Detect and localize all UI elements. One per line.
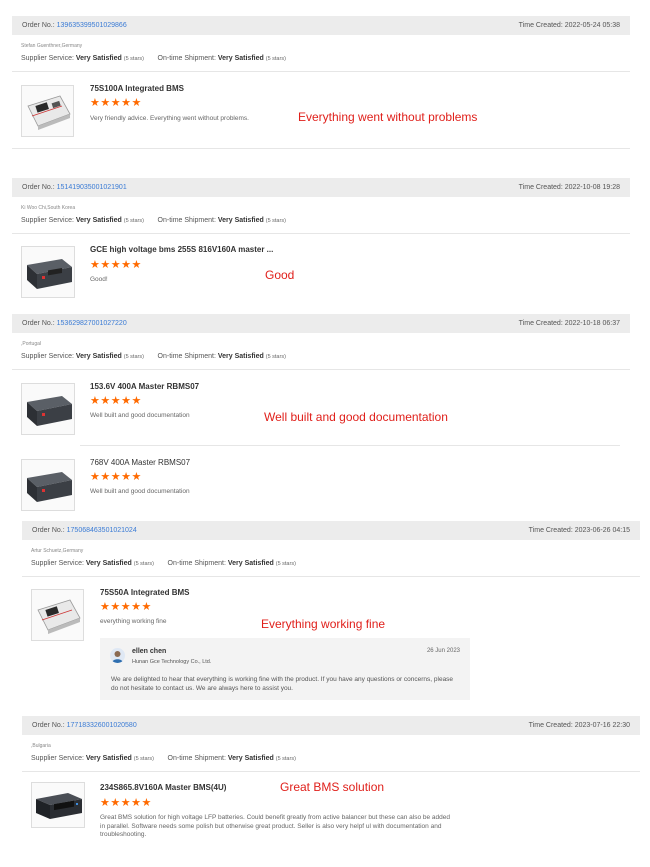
product-thumbnail[interactable] bbox=[31, 782, 85, 828]
service-ratings: Supplier Service: Very Satisfied (5 star… bbox=[21, 353, 286, 360]
rating-stars: ★★★★★ bbox=[100, 601, 152, 613]
rating-stars: ★★★★★ bbox=[90, 97, 142, 109]
order-number-link[interactable]: 175068463501021024 bbox=[67, 527, 137, 534]
order-header: Order No.: 151419035001021901 Time Creat… bbox=[12, 178, 630, 197]
order-number-link[interactable]: 151419035001021901 bbox=[57, 184, 127, 191]
black-box-bms-image bbox=[22, 247, 74, 297]
rating-stars: ★★★★★ bbox=[90, 259, 142, 271]
review-annotation: Everything went without problems bbox=[298, 110, 478, 124]
review-text: Well built and good documentation bbox=[90, 412, 190, 419]
product-thumbnail[interactable] bbox=[21, 383, 75, 435]
time-created: Time Created: 2023-07-16 22:30 bbox=[528, 722, 630, 729]
review-annotation: Everything working fine bbox=[261, 617, 386, 631]
rating-stars: ★★★★★ bbox=[90, 395, 142, 407]
order-number-text: Order No.: 139635399501029866 bbox=[22, 22, 127, 29]
buyer-name: Stefan Guenthner,Germany bbox=[21, 43, 83, 49]
divider bbox=[12, 233, 630, 234]
white-board-bms-image bbox=[22, 86, 73, 136]
reply-date: 26 Jun 2023 bbox=[426, 648, 460, 654]
service-ratings: Supplier Service: Very Satisfied (5 star… bbox=[31, 755, 296, 762]
avatar bbox=[110, 648, 125, 663]
time-created: Time Created: 2022-10-18 06:37 bbox=[518, 320, 620, 327]
service-ratings: Supplier Service: Very Satisfied (5 star… bbox=[21, 55, 286, 62]
divider bbox=[12, 369, 630, 370]
rating-stars: ★★★★★ bbox=[90, 471, 142, 483]
seller-reply: ellen chen Hunan Gce Technology Co., Ltd… bbox=[100, 638, 470, 700]
product-name[interactable]: 75S100A Integrated BMS bbox=[90, 84, 184, 93]
rack-bms-image bbox=[32, 783, 84, 827]
service-ratings: Supplier Service: Very Satisfied (5 star… bbox=[21, 217, 286, 224]
product-thumbnail[interactable] bbox=[31, 589, 84, 641]
product-thumbnail[interactable] bbox=[21, 246, 75, 298]
black-box-bms-image bbox=[22, 384, 74, 434]
service-ratings: Supplier Service: Very Satisfied (5 star… bbox=[31, 560, 296, 567]
order-number-text: Order No.: 151419035001021901 bbox=[22, 184, 127, 191]
divider bbox=[80, 445, 620, 446]
divider bbox=[22, 771, 640, 772]
review-annotation: Great BMS solution bbox=[280, 780, 385, 794]
order-number-text: Order No.: 153629827001027220 bbox=[22, 320, 127, 327]
review-text: everything working fine bbox=[100, 618, 167, 625]
divider bbox=[12, 71, 630, 72]
black-box-bms-image bbox=[22, 460, 74, 510]
order-number-link[interactable]: 153629827001027220 bbox=[57, 320, 127, 327]
product-name[interactable]: 768V 400A Master RBMS07 bbox=[90, 458, 190, 467]
order-header: Order No.: 153629827001027220 Time Creat… bbox=[12, 314, 630, 333]
divider bbox=[22, 576, 640, 577]
review-text: Great BMS solution for high voltage LFP … bbox=[100, 814, 451, 838]
buyer-name: Ki Woo Chi,South Korea bbox=[21, 205, 76, 211]
product-name[interactable]: GCE high voltage bms 255S 816V160A maste… bbox=[90, 245, 273, 254]
rating-stars: ★★★★★ bbox=[100, 797, 152, 809]
order-header: Order No.: 175068463501021024 Time Creat… bbox=[22, 521, 640, 540]
order-header: Order No.: 177183326001020580 Time Creat… bbox=[22, 716, 640, 735]
review-annotation: Good bbox=[265, 268, 295, 282]
time-created: Time Created: 2022-10-08 19:28 bbox=[518, 184, 620, 191]
product-name[interactable]: 234S865.8V160A Master BMS(4U) bbox=[100, 783, 226, 792]
time-created: Time Created: 2022-05-24 05:38 bbox=[518, 22, 620, 29]
product-name[interactable]: 75S50A Integrated BMS bbox=[100, 588, 190, 597]
reply-author: ellen chen bbox=[132, 648, 167, 655]
review-text: Very friendly advice. Everything went wi… bbox=[90, 115, 249, 122]
order-number-text: Order No.: 175068463501021024 bbox=[32, 527, 137, 534]
buyer-name: Artur Schuetz,Germany bbox=[31, 548, 84, 554]
time-created: Time Created: 2023-06-26 04:15 bbox=[528, 527, 630, 534]
order-number-link[interactable]: 139635399501029866 bbox=[57, 22, 127, 29]
person-icon bbox=[112, 651, 123, 663]
product-thumbnail[interactable] bbox=[21, 459, 75, 511]
order-number-link[interactable]: 177183326001020580 bbox=[67, 722, 137, 729]
review-annotation: Well built and good documentation bbox=[264, 410, 448, 424]
reply-text: We are delighted to hear that everything… bbox=[111, 676, 454, 692]
buyer-name: ,Bulgaria bbox=[31, 743, 51, 749]
reply-company: Hunan Gce Technology Co., Ltd. bbox=[132, 659, 212, 665]
divider bbox=[12, 148, 630, 149]
product-thumbnail[interactable] bbox=[21, 85, 74, 137]
product-name[interactable]: 153.6V 400A Master RBMS07 bbox=[90, 382, 199, 391]
buyer-name: ,Portugal bbox=[21, 341, 42, 347]
white-board-bms-image bbox=[32, 590, 83, 640]
review-text: Good! bbox=[90, 276, 108, 283]
review-text: Well built and good documentation bbox=[90, 488, 190, 495]
order-header: Order No.: 139635399501029866 Time Creat… bbox=[12, 16, 630, 35]
order-number-text: Order No.: 177183326001020580 bbox=[32, 722, 137, 729]
